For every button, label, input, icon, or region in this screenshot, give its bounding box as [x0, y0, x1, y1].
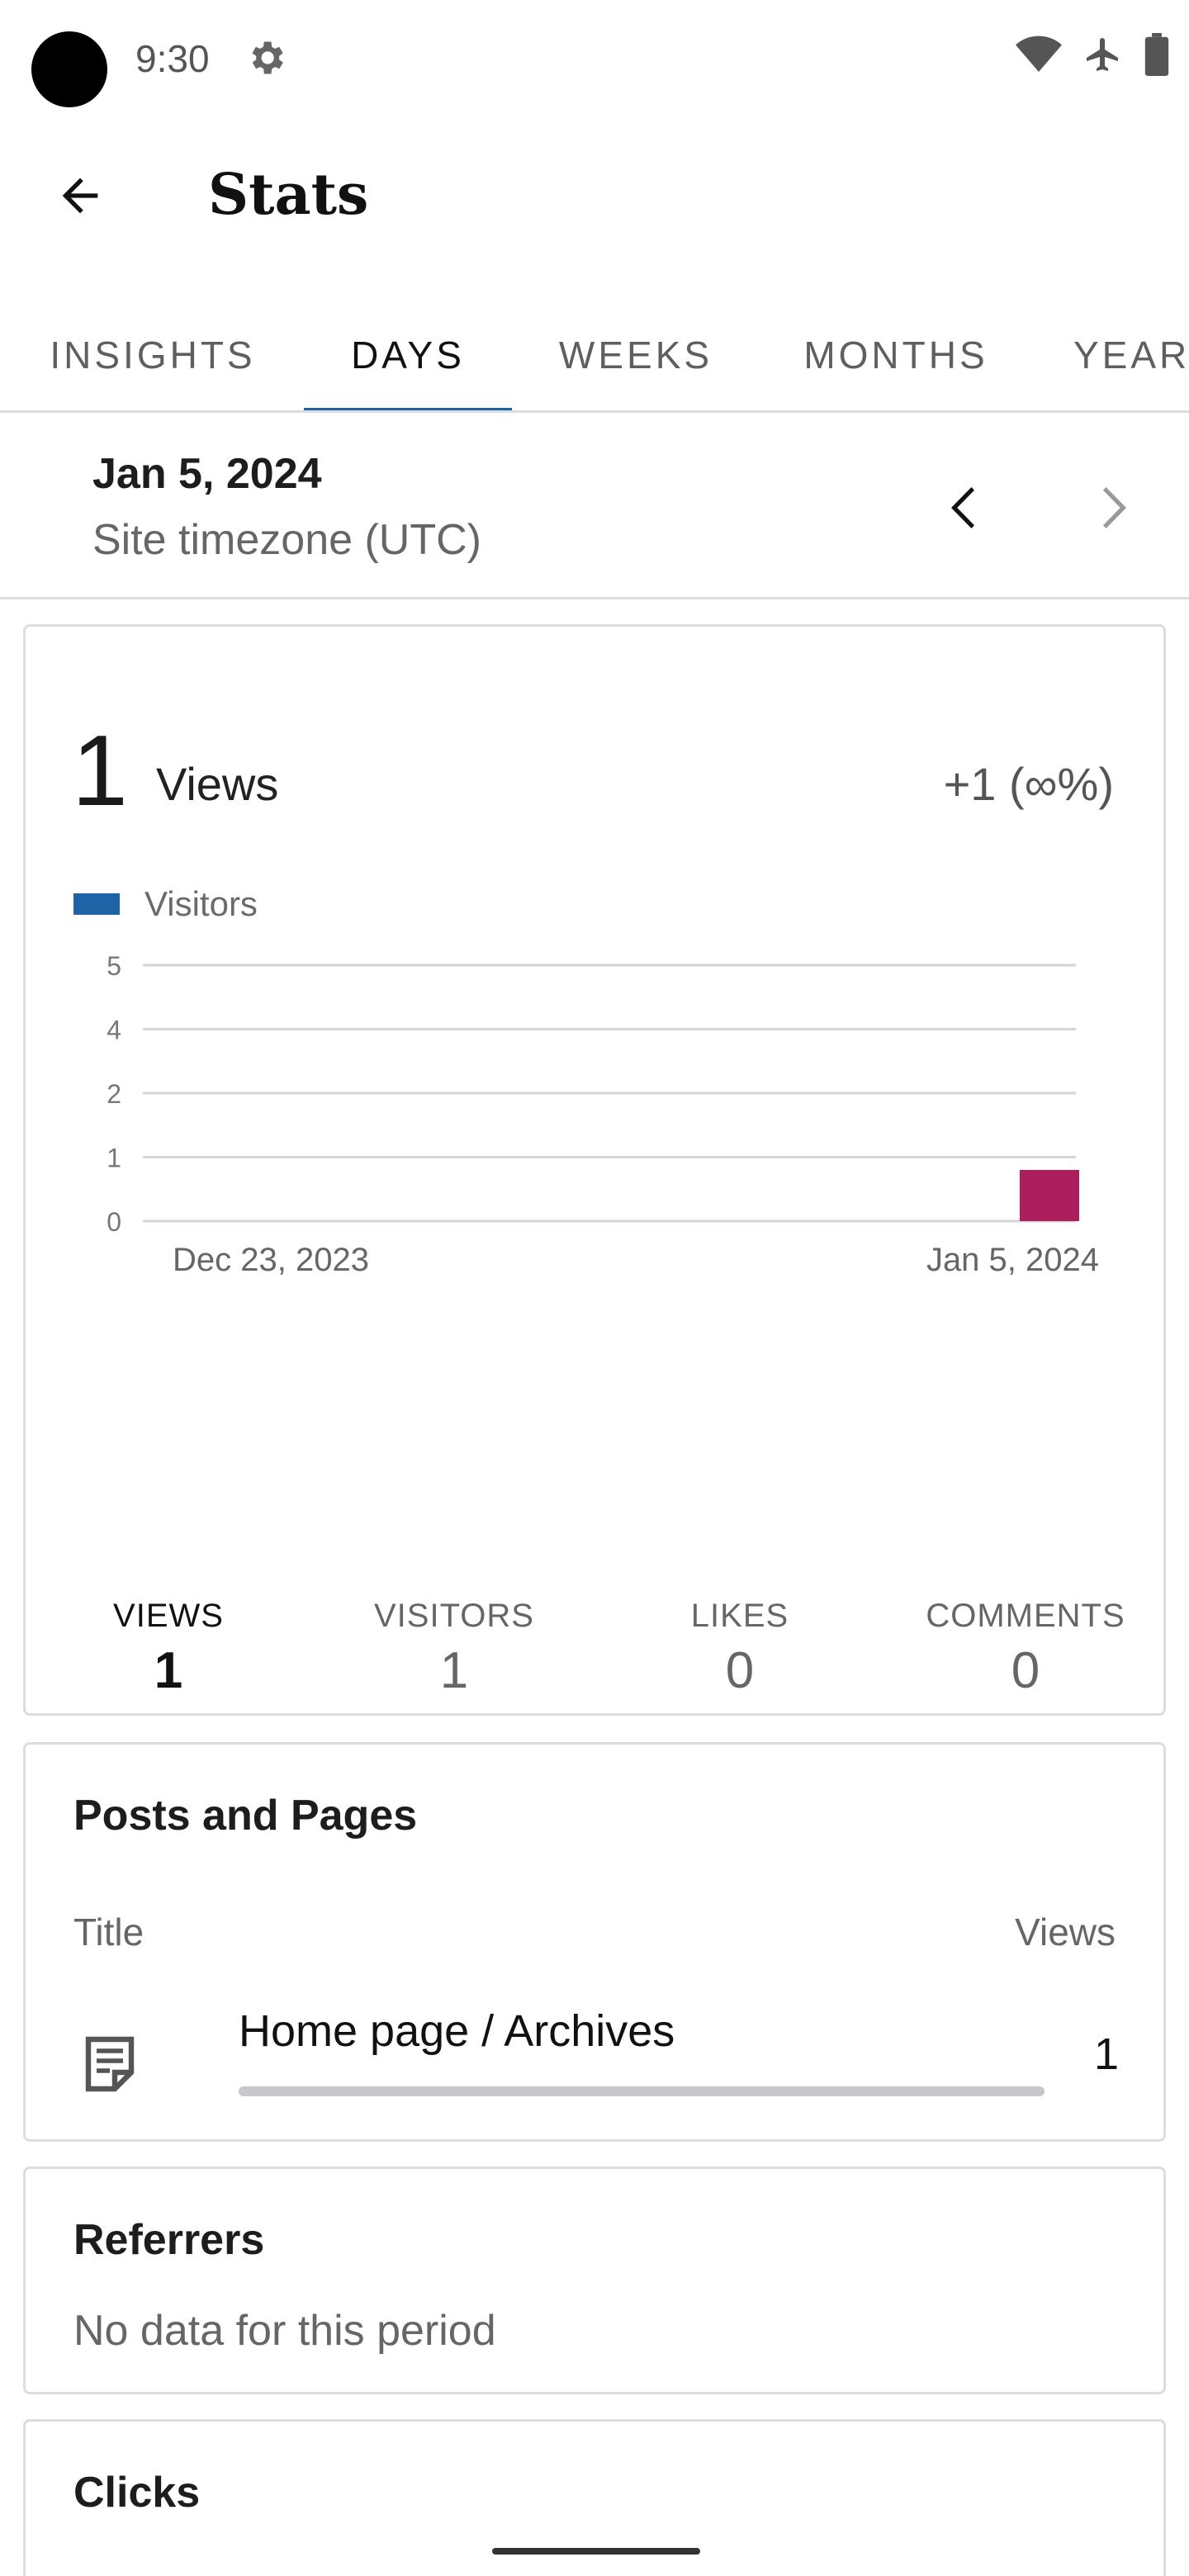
overview-card: 1 Views +1 (∞%) Visitors 5 4 2 1 0 Dec 23, 20…: [23, 624, 1166, 1716]
timezone-label: Site timezone (UTC): [92, 516, 481, 564]
chevron-right-icon: [1103, 487, 1126, 528]
card-title: Posts and Pages: [73, 1792, 418, 1840]
app-bar: Stats: [0, 116, 1189, 272]
chart-bar[interactable]: [1020, 1170, 1079, 1221]
selected-date: Jan 5, 2024: [92, 450, 322, 498]
next-date-button[interactable]: [1078, 471, 1144, 545]
camera-cutout: [31, 31, 107, 107]
metric-indicator: [26, 1713, 311, 1716]
column-header-views: Views: [1015, 1911, 1116, 1953]
empty-state-text: No data for this period: [73, 2307, 496, 2355]
metric-label: VISITORS: [374, 1598, 534, 1634]
metric-label: LIKES: [690, 1598, 789, 1634]
metric-views[interactable]: VIEWS 1: [26, 1560, 311, 1713]
tab-months[interactable]: MONTHS: [768, 297, 1024, 410]
y-tick-label: 4: [107, 1016, 121, 1045]
views-change: +1 (∞%): [943, 758, 1114, 810]
page-icon: [85, 2036, 135, 2092]
arrow-back-icon: [62, 178, 98, 214]
y-tick-label: 5: [107, 951, 121, 981]
wifi-icon: [1016, 36, 1062, 72]
y-tick-label: 0: [107, 1207, 121, 1237]
tab-days[interactable]: DAYS: [304, 297, 512, 410]
views-chart[interactable]: 5 4 2 1 0 Dec 23, 2023 Jan 5, 2024: [26, 940, 1166, 1287]
column-header-title: Title: [73, 1911, 144, 1953]
battery-icon: [1144, 33, 1169, 76]
list-item[interactable]: Home page / Archives 1: [26, 1992, 1163, 2108]
tab-years[interactable]: YEARS: [1073, 297, 1189, 410]
metric-label: VIEWS: [113, 1598, 224, 1634]
metric-value: 1: [154, 1642, 183, 1699]
tab-insights[interactable]: INSIGHTS: [17, 297, 289, 410]
views-label: Views: [156, 758, 279, 810]
metric-label: COMMENTS: [926, 1598, 1125, 1634]
page-title: Stats: [208, 162, 369, 228]
status-bar: 9:30: [0, 0, 1189, 116]
period-tabs: INSIGHTS DAYS WEEKS MONTHS YEARS: [0, 297, 1189, 413]
metric-likes[interactable]: LIKES 0: [597, 1560, 883, 1713]
referrers-card: Referrers No data for this period: [23, 2166, 1166, 2394]
x-tick-label: Dec 23, 2023: [173, 1242, 369, 1278]
metric-value: 0: [725, 1642, 755, 1699]
y-tick-label: 2: [107, 1079, 121, 1109]
legend-label: Visitors: [144, 884, 258, 923]
legend-swatch: [73, 893, 120, 915]
card-title: Clicks: [73, 2469, 201, 2517]
y-tick-label: 1: [107, 1144, 121, 1173]
gear-icon: [252, 41, 283, 74]
tab-weeks[interactable]: WEEKS: [528, 297, 743, 410]
posts-and-pages-card: Posts and Pages Title Views Home page / …: [23, 1742, 1166, 2142]
x-tick-label: Jan 5, 2024: [926, 1242, 1099, 1278]
status-time: 9:30: [135, 37, 210, 80]
airplane-icon: [1087, 38, 1118, 71]
views-total: 1: [72, 714, 128, 826]
metric-value: 1: [439, 1642, 469, 1699]
post-title: Home page / Archives: [239, 2006, 675, 2056]
metric-comments[interactable]: COMMENTS 0: [883, 1560, 1163, 1713]
card-title: Referrers: [73, 2216, 265, 2264]
post-views: 1: [1093, 2029, 1119, 2079]
metric-visitors[interactable]: VISITORS 1: [311, 1560, 597, 1713]
previous-date-button[interactable]: [933, 471, 999, 545]
metric-value: 0: [1011, 1642, 1040, 1699]
date-selector: Jan 5, 2024 Site timezone (UTC): [0, 413, 1189, 599]
metric-tabs: VIEWS 1 VISITORS 1 LIKES 0 COMMENTS 0: [26, 1560, 1163, 1713]
chart-legend: Visitors: [73, 884, 258, 924]
chevron-left-icon: [951, 487, 974, 528]
views-bar: [239, 2086, 1045, 2096]
back-button[interactable]: [43, 159, 117, 233]
home-indicator[interactable]: [492, 2548, 700, 2555]
